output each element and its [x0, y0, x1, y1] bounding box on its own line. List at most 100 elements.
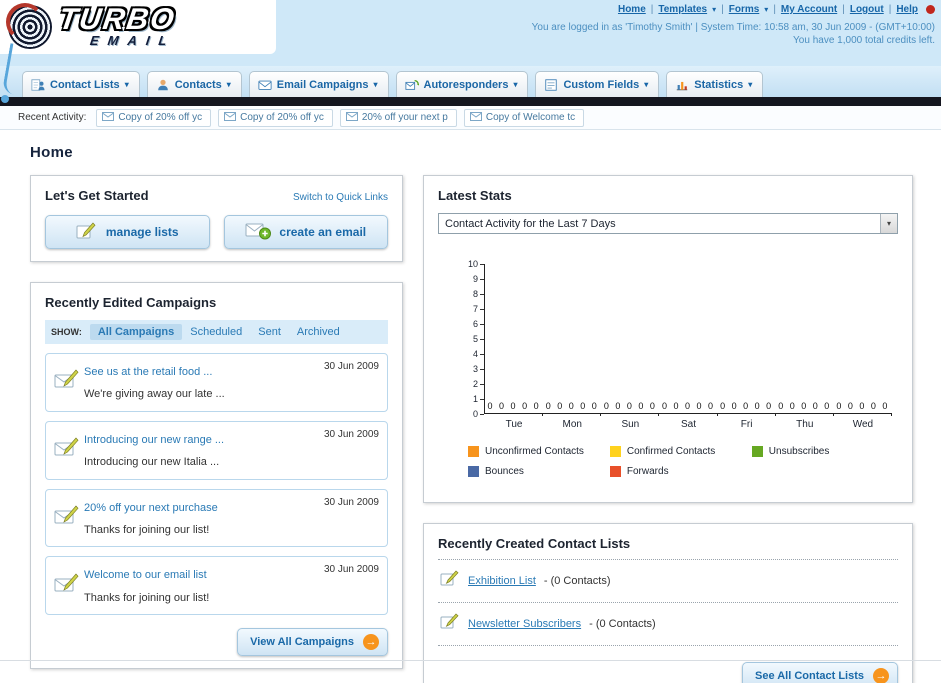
tab-email-campaigns[interactable]: Email Campaigns ▾	[248, 71, 389, 97]
campaign-row[interactable]: See us at the retail food ... We're givi…	[45, 353, 388, 412]
envelope-pencil-icon	[54, 573, 84, 599]
campaign-title-link[interactable]: See us at the retail food ...	[84, 366, 212, 378]
create-email-label: create an email	[279, 225, 367, 239]
contact-list-row[interactable]: Exhibition List - (0 Contacts)	[438, 560, 898, 603]
filter-sent[interactable]: Sent	[250, 324, 289, 340]
chevron-down-icon: ▾	[373, 80, 378, 89]
login-info: You are logged in as 'Timothy Smith' | S…	[531, 22, 935, 33]
tab-statistics[interactable]: Statistics ▾	[666, 71, 764, 97]
see-all-contact-lists-button[interactable]: See All Contact Lists →	[741, 662, 898, 683]
filter-all-campaigns[interactable]: All Campaigns	[89, 324, 183, 340]
campaigns-panel: Recently Edited Campaigns SHOW: All Camp…	[30, 282, 403, 670]
envelope-pencil-icon	[54, 369, 84, 395]
tab-autoresponders[interactable]: Autoresponders ▾	[395, 71, 529, 97]
create-email-button[interactable]: create an email	[223, 215, 388, 249]
recent-activity-item[interactable]: Copy of 20% off yc	[96, 108, 212, 127]
campaign-title-link[interactable]: 20% off your next purchase	[84, 502, 218, 514]
nav-templates[interactable]: Templates	[658, 4, 707, 15]
view-all-campaigns-label: View All Campaigns	[250, 636, 354, 649]
campaign-title-link[interactable]: Welcome to our email list	[84, 569, 207, 581]
view-all-campaigns-button[interactable]: View All Campaigns →	[237, 628, 388, 657]
legend-label: Bounces	[485, 466, 524, 477]
autoresponders-icon	[404, 78, 419, 92]
email-icon	[345, 111, 358, 124]
nav-forms[interactable]: Forms	[729, 4, 760, 15]
statistics-icon	[675, 78, 689, 92]
chart-value-labels: 0 0 0 0 0	[545, 401, 599, 411]
logo-swirl-icon	[6, 3, 52, 49]
contact-list-row[interactable]: Newsletter Subscribers - (0 Contacts)	[438, 603, 898, 646]
left-column: Let's Get Started Switch to Quick Links …	[30, 175, 403, 683]
credits-info: You have 1,000 total credits left.	[793, 35, 935, 46]
contact-lists-icon	[31, 78, 45, 92]
chart-x-label: Thu	[796, 419, 814, 430]
filter-scheduled[interactable]: Scheduled	[182, 324, 250, 340]
campaign-row[interactable]: 20% off your next purchase Thanks for jo…	[45, 488, 388, 548]
legend-item: Unsubscribes	[751, 446, 894, 457]
legend-item: Bounces	[468, 466, 610, 477]
campaign-subtitle: Introducing our new Italia ...	[84, 456, 220, 469]
campaign-text: 20% off your next purchase Thanks for jo…	[84, 496, 324, 541]
nav-home[interactable]: Home	[618, 4, 646, 15]
help-icon[interactable]	[926, 5, 935, 14]
chart-group: 0 0 0 0 0 Tue	[485, 264, 544, 430]
recent-activity-item[interactable]: 20% off your next p	[339, 108, 457, 127]
campaign-title-link[interactable]: Introducing our new range ...	[84, 434, 224, 446]
tab-contact-lists[interactable]: Contact Lists ▾	[22, 71, 140, 97]
recent-activity-item[interactable]: Copy of Welcome tc	[463, 108, 585, 127]
chart-value-labels: 0 0 0 0 0	[661, 401, 715, 411]
legend-swatch	[468, 466, 479, 477]
chevron-down-icon: ▾	[748, 80, 753, 89]
chevron-down-icon: ▾	[764, 5, 769, 14]
campaign-text: Welcome to our email list Thanks for joi…	[84, 563, 324, 608]
legend-swatch	[609, 446, 621, 457]
pencil-card-icon	[76, 221, 98, 243]
tab-label: Custom Fields	[563, 78, 640, 91]
campaign-row[interactable]: Welcome to our email list Thanks for joi…	[45, 556, 388, 616]
nav-help[interactable]: Help	[896, 4, 918, 15]
nav-my-account[interactable]: My Account	[781, 4, 837, 15]
campaign-subtitle: Thanks for joining our list!	[84, 591, 210, 604]
filter-archived[interactable]: Archived	[289, 324, 348, 340]
recent-activity-item[interactable]: Copy of 20% off yc	[218, 108, 333, 127]
tab-contacts[interactable]: Contacts ▾	[146, 71, 242, 97]
nav-separator: |	[842, 4, 845, 15]
contact-list-link[interactable]: Newsletter Subscribers	[468, 618, 581, 630]
get-started-panel: Let's Get Started Switch to Quick Links …	[30, 175, 403, 262]
stats-period-select[interactable]: Contact Activity for the Last 7 Days ▾	[438, 213, 898, 234]
logo-text: TURBO EMAIL	[55, 3, 180, 48]
pencil-card-icon	[440, 613, 460, 635]
campaign-filter-bar: SHOW: All Campaigns Scheduled Sent Archi…	[45, 320, 388, 344]
chevron-down-icon: ▾	[712, 5, 717, 14]
contact-list-link[interactable]: Exhibition List	[468, 575, 536, 587]
see-all-contact-lists-label: See All Contact Lists	[754, 670, 864, 682]
tab-label: Autoresponders	[423, 78, 509, 91]
page-title: Home	[30, 144, 73, 161]
activity-item-label: Copy of Welcome tc	[485, 112, 576, 123]
contact-lists: Exhibition List - (0 Contacts) Newslette…	[438, 559, 898, 646]
legend-label: Forwards	[626, 466, 669, 477]
campaign-text: See us at the retail food ... We're givi…	[84, 360, 324, 405]
chart-x-label: Mon	[562, 419, 582, 430]
nav-logout[interactable]: Logout	[850, 4, 884, 15]
legend-item: Unconfirmed Contacts	[468, 446, 610, 457]
legend-swatch	[751, 446, 763, 457]
chart-x-label: Tue	[505, 419, 523, 430]
switch-quick-links-link[interactable]: Switch to Quick Links	[293, 192, 388, 203]
campaign-row[interactable]: Introducing our new range ... Introducin…	[45, 420, 388, 480]
chart-group: 0 0 0 0 0 Mon	[543, 264, 602, 430]
chart-x-label: Fri	[740, 419, 753, 430]
contacts-icon	[156, 78, 170, 92]
campaign-date: 30 Jun 2009	[323, 428, 379, 440]
email-icon	[102, 111, 115, 124]
main-content: Home Let's Get Started Switch to Quick L…	[0, 130, 941, 683]
activity-item-label: Copy of 20% off yc	[240, 112, 324, 123]
chart-plot: 0 0 0 0 0 Tue 0 0 0 0 0 Mon 0 0 0 0 0 Sun 0 0 …	[484, 264, 893, 430]
legend-label: Unsubscribes	[768, 446, 830, 457]
manage-lists-button[interactable]: manage lists	[45, 215, 210, 249]
contact-activity-chart: 10 9 8 7 6 5 4 3 2 1 0 0 0 0 0 0 Tue 0 0 0 0 0 Mon 0 0…	[460, 259, 893, 430]
tab-custom-fields[interactable]: Custom Fields ▾	[535, 71, 660, 97]
chart-y-axis: 10 9 8 7 6 5 4 3 2 1 0	[460, 259, 484, 419]
chevron-down-icon: ▾	[124, 80, 129, 89]
chart-value-labels: 0 0 0 0 0	[487, 401, 541, 411]
